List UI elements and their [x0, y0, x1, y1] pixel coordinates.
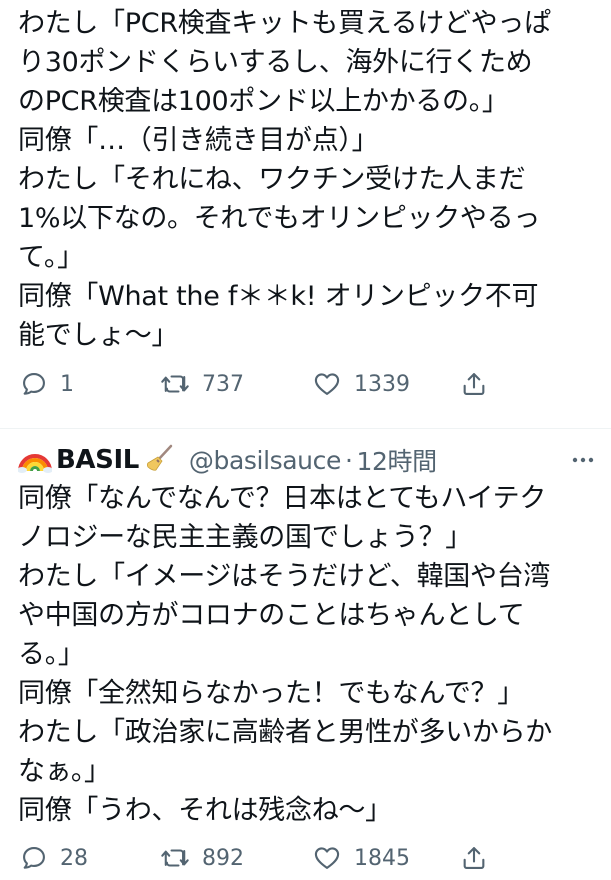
reply-button[interactable]: 28: [20, 838, 88, 878]
tweet-2-text: 同僚「なんでなんで？日本はとてもハイテク ノロジーな民主主義の国でしょう？」 わ…: [18, 479, 601, 830]
tweet-2-line: わたし「政治家に高齢者と男性が多いからか: [18, 717, 552, 748]
tweet-2-line: る。」: [18, 639, 85, 670]
retweet-count: 892: [202, 845, 244, 871]
tweet-1-line: のPCR検査は100ポンド以上かかるの。」: [18, 86, 509, 117]
reply-button[interactable]: 1: [20, 364, 74, 404]
tweet-1-line: て。」: [18, 242, 84, 273]
heart-icon: [312, 844, 342, 872]
like-button[interactable]: 1845: [312, 838, 410, 878]
retweet-button[interactable]: 737: [160, 364, 244, 404]
retweet-icon: [160, 370, 190, 398]
tweet-2-header: BASIL @basilsauce · 12時間: [17, 440, 598, 480]
tweet-1-text: わたし「PCR検査キットも買えるけどやっぱ り30ポンドくらいするし、海外に行く…: [18, 4, 601, 355]
tweet-2-line: なぁ。」: [18, 756, 111, 787]
tweet-2-line: 同僚「なんでなんで？日本はとてもハイテク: [18, 483, 547, 514]
share-button[interactable]: [460, 838, 488, 878]
tweet-divider: [0, 428, 611, 429]
author-name[interactable]: BASIL: [56, 445, 139, 475]
share-icon: [460, 844, 488, 872]
tweet-1-line: 能でしょ〜」: [18, 320, 179, 351]
reply-icon: [20, 844, 48, 872]
reply-count: 28: [60, 845, 88, 871]
tweet-2-line: 同僚「全然知らなかった！でもなんで？」: [18, 678, 524, 709]
tweet-1-line: わたし「PCR検査キットも買えるけどやっぱ: [18, 8, 551, 39]
share-button[interactable]: [460, 364, 488, 404]
tweet-2-line: ノロジーな民主主義の国でしょう？」: [18, 522, 472, 553]
tweet-1-line: 同僚「…（引き続き目が点）」: [18, 125, 379, 156]
like-count: 1845: [354, 845, 410, 871]
tweet-2-line: わたし「イメージはそうだけど、韓国や台湾: [18, 561, 551, 592]
tweet-1-actions: 1 737 1339: [20, 364, 600, 404]
tweet-1-line: わたし「それにね、ワクチン受けた人まだ: [18, 164, 526, 195]
tweet-1-line: 1%以下なの。それでもオリンピックやるっ: [18, 203, 541, 234]
reply-count: 1: [60, 371, 74, 397]
retweet-count: 737: [202, 371, 244, 397]
tweet-2-line: や中国の方がコロナのことはちゃんとして: [18, 600, 525, 631]
tweet-2-line: 同僚「うわ、それは残念ね〜」: [18, 795, 392, 826]
tweet-2-actions: 28 892 1845: [20, 838, 600, 878]
tweet-1-line: り30ポンドくらいするし、海外に行くため: [18, 47, 533, 78]
more-icon[interactable]: [568, 448, 598, 472]
separator-dot: ·: [344, 445, 353, 475]
broom-emoji-icon: [145, 443, 175, 477]
retweet-button[interactable]: 892: [160, 838, 244, 878]
tweet-1-line: 同僚「What the f＊＊k! オリンピック不可: [18, 281, 539, 312]
rainbow-emoji-icon: [17, 443, 53, 477]
retweet-icon: [160, 844, 190, 872]
tweet-timestamp[interactable]: 12時間: [357, 442, 438, 478]
like-button[interactable]: 1339: [312, 364, 410, 404]
reply-icon: [20, 370, 48, 398]
author-handle[interactable]: @basilsauce: [189, 446, 341, 475]
like-count: 1339: [354, 371, 410, 397]
share-icon: [460, 370, 488, 398]
heart-icon: [312, 370, 342, 398]
